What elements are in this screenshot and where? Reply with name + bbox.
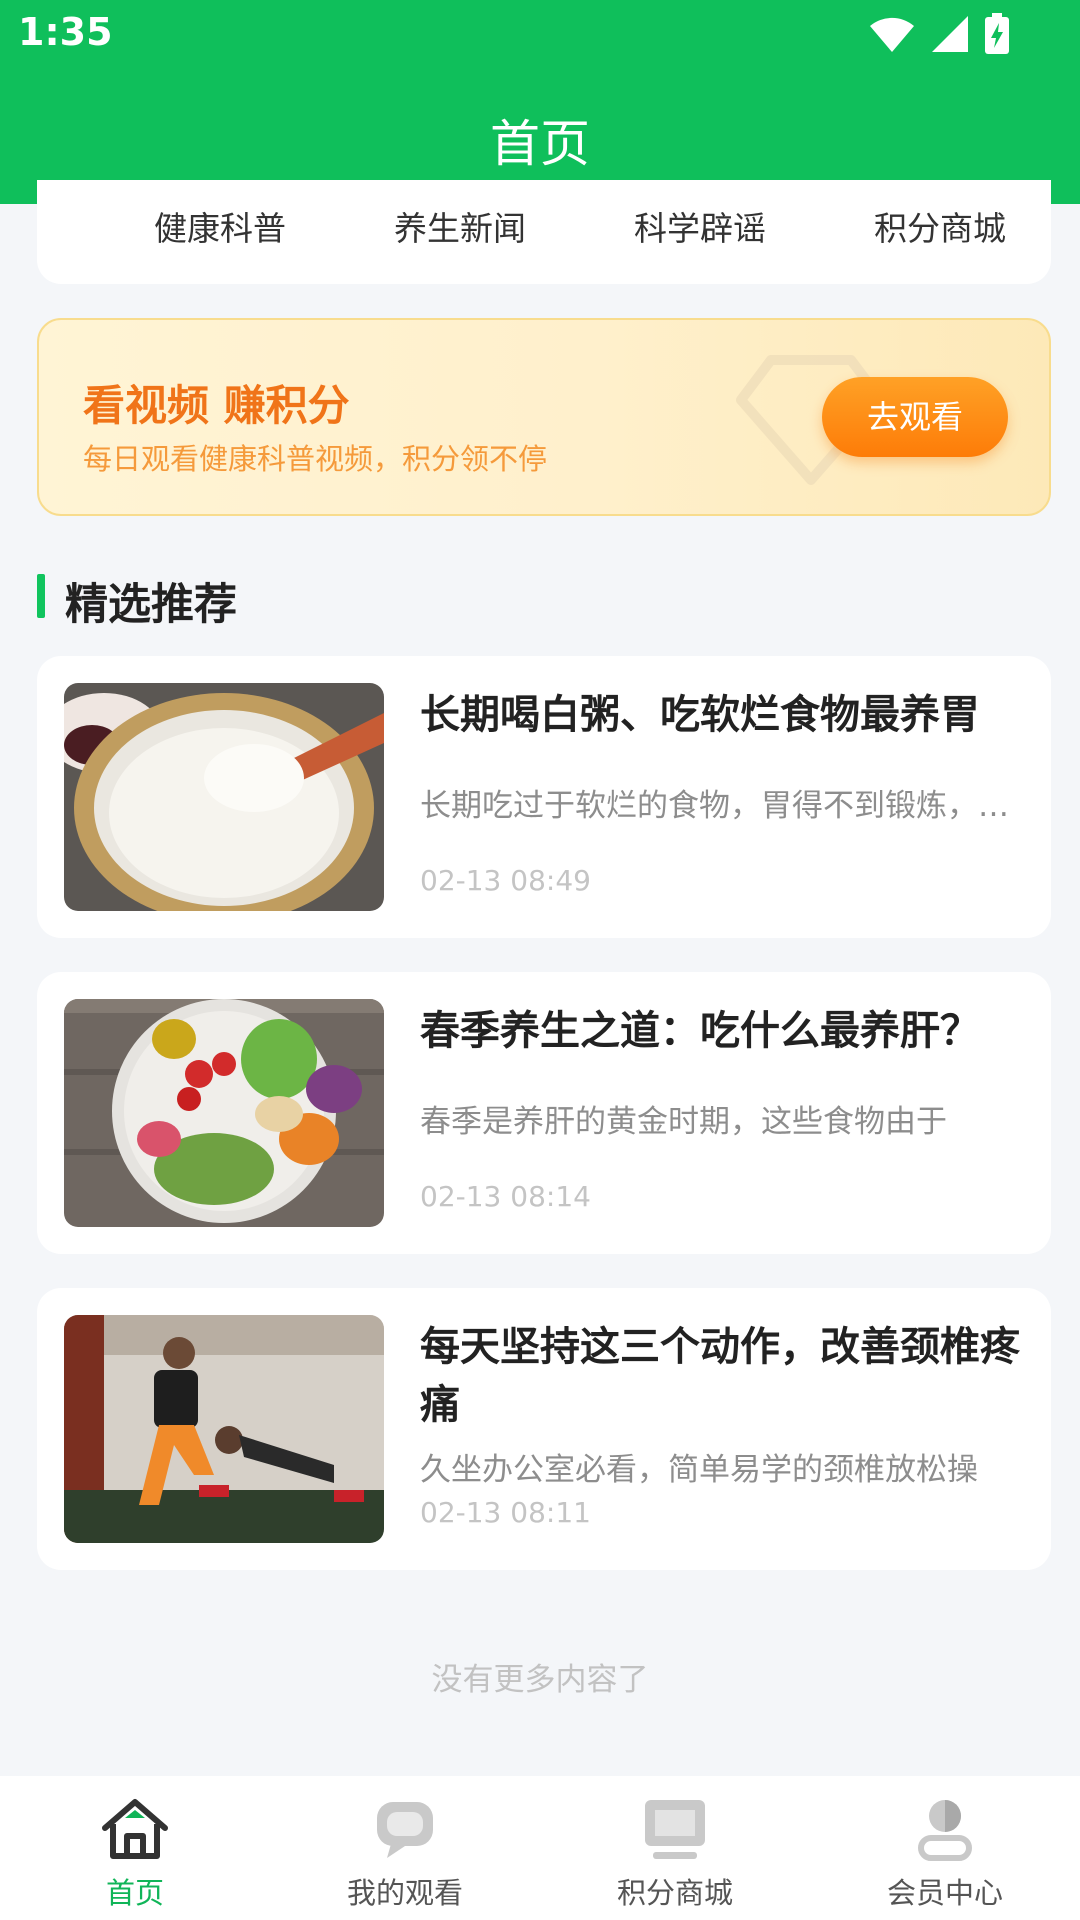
nav-my-watching[interactable]: 我的观看 — [270, 1776, 540, 1920]
user-icon — [918, 1800, 972, 1861]
article-summary: 久坐办公室必看，简单易学的颈椎放松操 — [420, 1452, 978, 1488]
nav-home-label: 首页 — [105, 1876, 164, 1910]
article-summary: 长期吃过于软烂的食物，胃得不到锻炼，时间久了消化功能反而会下降 — [420, 788, 1030, 824]
category-health-science[interactable]: 健康科普 — [120, 202, 320, 250]
article-thumbnail — [64, 1315, 384, 1543]
status-time: 1:35 — [18, 10, 113, 54]
porridge-bowl-image — [64, 683, 384, 911]
article-title: 长期喝白粥、吃软烂食物最养胃 — [420, 692, 980, 738]
article-summary: 春季是养肝的黄金时期，这些食物由于 — [420, 1104, 947, 1140]
page-title: 首页 — [490, 115, 590, 173]
fitness-training-image — [64, 1315, 384, 1543]
bottom-navigation: 首页 我的观看 积分商城 会员中心 — [0, 1776, 1080, 1920]
nav-home[interactable]: 首页 — [0, 1776, 270, 1920]
watch-now-button[interactable]: 去观看 — [822, 377, 1008, 457]
article-card[interactable]: 长期喝白粥、吃软烂食物最养胃 长期吃过于软烂的食物，胃得不到锻炼，时间久了消化功… — [37, 656, 1051, 938]
category-rumor-debunk[interactable]: 科学辟谣 — [600, 202, 800, 250]
article-title: 春季养生之道：吃什么最养肝？ — [420, 1008, 980, 1054]
article-date: 02-13 08:11 — [420, 1496, 591, 1529]
status-bar: 1:35 — [0, 0, 1080, 72]
promo-title: 看视频 赚积分 — [83, 381, 350, 430]
promo-subtitle: 每日观看健康科普视频，积分领不停 — [83, 442, 548, 476]
nav-my-watching-label: 我的观看 — [346, 1876, 463, 1910]
article-date: 02-13 08:49 — [420, 864, 591, 897]
list-end-text: 没有更多内容了 — [431, 1662, 649, 1698]
home-icon — [102, 1799, 168, 1859]
vegetable-salad-image — [64, 999, 384, 1227]
nav-member-center[interactable]: 会员中心 — [810, 1776, 1080, 1920]
article-thumbnail — [64, 999, 384, 1227]
section-accent-bar — [37, 574, 45, 618]
category-points-mall[interactable]: 积分商城 — [840, 202, 1040, 250]
article-title: 每天坚持这三个动作，改善颈椎疼痛 — [420, 1324, 1020, 1428]
nav-member-center-label: 会员中心 — [886, 1876, 1003, 1910]
nav-points-mall-label: 积分商城 — [616, 1876, 733, 1910]
battery-charging-icon — [985, 13, 1009, 54]
category-wellness-news[interactable]: 养生新闻 — [360, 202, 560, 250]
category-card: 健康科普 养生新闻 科学辟谣 积分商城 — [37, 180, 1051, 284]
wifi-icon — [870, 17, 914, 52]
chat-bubble-icon — [377, 1802, 433, 1858]
article-card[interactable]: 每天坚持这三个动作，改善颈椎疼痛 久坐办公室必看，简单易学的颈椎放松操 02-1… — [37, 1288, 1051, 1570]
article-date: 02-13 08:14 — [420, 1180, 591, 1213]
monitor-icon — [645, 1800, 705, 1859]
signal-icon — [932, 16, 968, 52]
promo-banner[interactable]: 看视频 赚积分 每日观看健康科普视频，积分领不停 去观看 — [37, 318, 1051, 516]
nav-points-mall[interactable]: 积分商城 — [540, 1776, 810, 1920]
status-icons — [868, 12, 1010, 56]
article-card[interactable]: 春季养生之道：吃什么最养肝？ 春季是养肝的黄金时期，这些食物由于 02-13 0… — [37, 972, 1051, 1254]
section-title: 精选推荐 — [65, 580, 237, 630]
article-thumbnail — [64, 683, 384, 911]
